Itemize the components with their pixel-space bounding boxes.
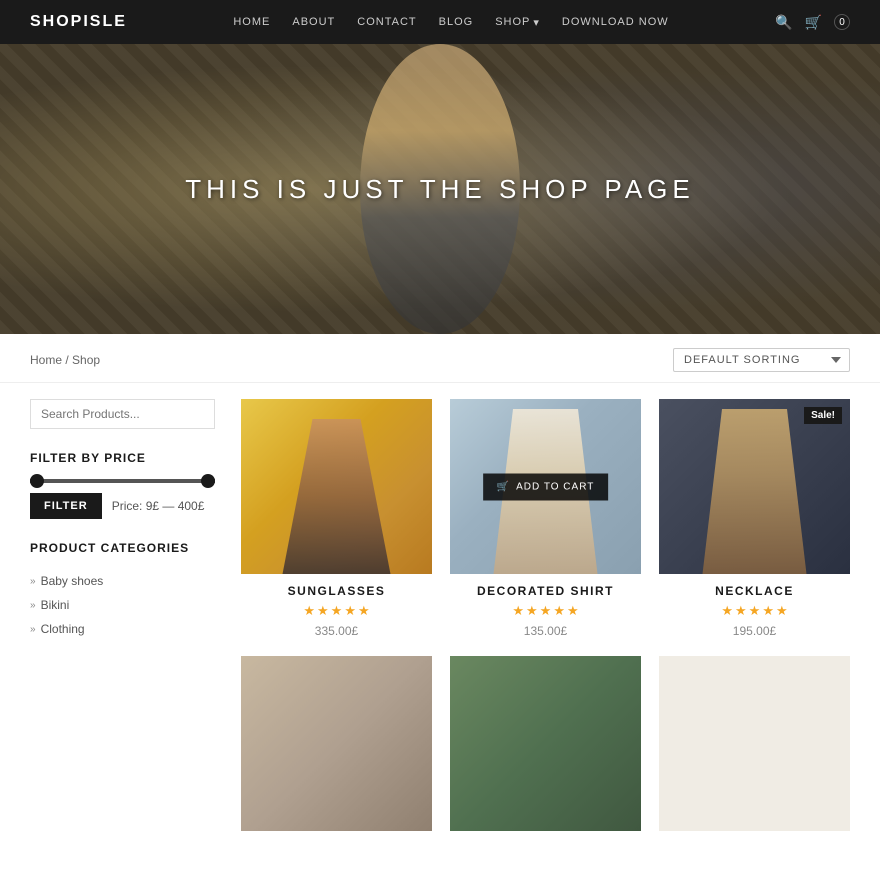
product-image-sunglasses — [241, 399, 432, 574]
product-categories-title: PRODUCT CATEGORIES — [30, 541, 215, 555]
chevron-down-icon: ▾ — [533, 16, 540, 29]
filter-row: FILTER Price: 9£ — 400£ — [30, 493, 215, 519]
product-price: 335.00£ — [241, 624, 432, 638]
star-icon: ★ — [358, 603, 370, 619]
filter-button[interactable]: FILTER — [30, 493, 102, 519]
breadcrumb-row: Home / Shop DEFAULT SORTING SORT BY PRIC… — [0, 334, 880, 383]
product-stars: ★ ★ ★ ★ ★ — [241, 603, 432, 619]
main-layout: FILTER BY PRICE FILTER Price: 9£ — 400£ … — [0, 399, 880, 871]
product-card-sunglasses[interactable]: SUNGLASSES ★ ★ ★ ★ ★ 335.00£ — [241, 399, 432, 638]
price-range-label: Price: 9£ — 400£ — [112, 499, 205, 513]
nav-contact[interactable]: CONTACT — [357, 16, 416, 28]
nav-shop[interactable]: SHOP ▾ — [495, 16, 540, 29]
price-filter-section: FILTER BY PRICE FILTER Price: 9£ — 400£ — [30, 451, 215, 519]
product-image-placeholder — [241, 399, 432, 574]
breadcrumb-home[interactable]: Home — [30, 353, 62, 367]
product-price: 195.00£ — [659, 624, 850, 638]
nav-download[interactable]: DOWNLOAD NOW — [562, 16, 669, 28]
price-range-slider[interactable] — [30, 479, 215, 483]
add-to-cart-label: ADD TO CART — [516, 481, 594, 492]
star-icon: ★ — [540, 603, 552, 619]
product-image-4 — [241, 656, 432, 831]
bullet-icon: » — [30, 624, 36, 635]
sale-badge: Sale! — [804, 407, 842, 424]
product-image-placeholder — [659, 656, 850, 831]
search-icon[interactable]: 🔍 — [775, 14, 792, 31]
star-icon: ★ — [749, 603, 761, 619]
product-stars: ★ ★ ★ ★ ★ — [450, 603, 641, 619]
products-grid: SUNGLASSES ★ ★ ★ ★ ★ 335.00£ 🛒 ADD TO CA… — [241, 399, 850, 841]
range-thumb-left[interactable] — [30, 474, 44, 488]
category-label: Baby shoes — [41, 574, 104, 588]
star-icon: ★ — [344, 603, 356, 619]
products-area: SUNGLASSES ★ ★ ★ ★ ★ 335.00£ 🛒 ADD TO CA… — [241, 399, 850, 841]
star-icon: ★ — [553, 603, 565, 619]
star-icon: ★ — [512, 603, 524, 619]
product-image-placeholder — [659, 399, 850, 574]
add-to-cart-overlay[interactable]: 🛒 ADD TO CART — [483, 473, 609, 500]
star-icon: ★ — [762, 603, 774, 619]
product-image-necklace: Sale! — [659, 399, 850, 574]
star-icon: ★ — [331, 603, 343, 619]
search-input[interactable] — [30, 399, 215, 429]
star-icon: ★ — [776, 603, 788, 619]
filter-by-price-title: FILTER BY PRICE — [30, 451, 215, 465]
sort-select[interactable]: DEFAULT SORTING SORT BY PRICE SORT BY PO… — [673, 348, 850, 372]
hero-title: THIS IS JUST THE SHOP PAGE — [185, 174, 695, 205]
product-image-5 — [450, 656, 641, 831]
category-baby-shoes[interactable]: » Baby shoes — [30, 569, 215, 593]
nav-right: 🔍 🛒 0 — [775, 14, 850, 31]
breadcrumb-current: Shop — [72, 353, 100, 367]
product-stars: ★ ★ ★ ★ ★ — [659, 603, 850, 619]
product-card-4[interactable] — [241, 656, 432, 841]
category-label: Clothing — [41, 622, 85, 636]
star-icon: ★ — [567, 603, 579, 619]
range-thumb-right[interactable] — [201, 474, 215, 488]
product-card-5[interactable] — [450, 656, 641, 841]
star-icon: ★ — [721, 603, 733, 619]
nav-blog[interactable]: BLOG — [439, 16, 474, 28]
breadcrumb: Home / Shop — [30, 353, 100, 367]
product-image-placeholder — [450, 656, 641, 831]
category-clothing[interactable]: » Clothing — [30, 617, 215, 641]
nav-home[interactable]: HOME — [233, 16, 270, 28]
bullet-icon: » — [30, 576, 36, 587]
product-name: SUNGLASSES — [241, 584, 432, 598]
navbar: SHOPISLE HOME ABOUT CONTACT BLOG SHOP ▾ … — [0, 0, 880, 44]
product-price: 135.00£ — [450, 624, 641, 638]
cart-icon[interactable]: 🛒 — [805, 14, 822, 31]
product-card-6[interactable] — [659, 656, 850, 841]
nav-links: HOME ABOUT CONTACT BLOG SHOP ▾ DOWNLOAD … — [233, 16, 668, 29]
product-card-necklace[interactable]: Sale! NECKLACE ★ ★ ★ ★ ★ 195.00£ — [659, 399, 850, 638]
cart-small-icon: 🛒 — [497, 481, 510, 492]
sidebar: FILTER BY PRICE FILTER Price: 9£ — 400£ … — [30, 399, 215, 841]
star-icon: ★ — [735, 603, 747, 619]
product-name: NECKLACE — [659, 584, 850, 598]
bullet-icon: » — [30, 600, 36, 611]
product-categories-section: PRODUCT CATEGORIES » Baby shoes » Bikini… — [30, 541, 215, 641]
hero-banner: THIS IS JUST THE SHOP PAGE — [0, 44, 880, 334]
star-icon: ★ — [526, 603, 538, 619]
star-icon: ★ — [303, 603, 315, 619]
cart-count[interactable]: 0 — [834, 14, 850, 30]
site-logo[interactable]: SHOPISLE — [30, 13, 127, 31]
category-bikini[interactable]: » Bikini — [30, 593, 215, 617]
price-range-fill — [30, 479, 215, 483]
star-icon: ★ — [317, 603, 329, 619]
category-label: Bikini — [41, 598, 70, 612]
product-card-shirt[interactable]: 🛒 ADD TO CART DECORATED SHIRT ★ ★ ★ ★ ★ … — [450, 399, 641, 638]
product-image-shirt: 🛒 ADD TO CART — [450, 399, 641, 574]
product-image-placeholder — [241, 656, 432, 831]
product-image-6 — [659, 656, 850, 831]
nav-about[interactable]: ABOUT — [292, 16, 335, 28]
product-name: DECORATED SHIRT — [450, 584, 641, 598]
